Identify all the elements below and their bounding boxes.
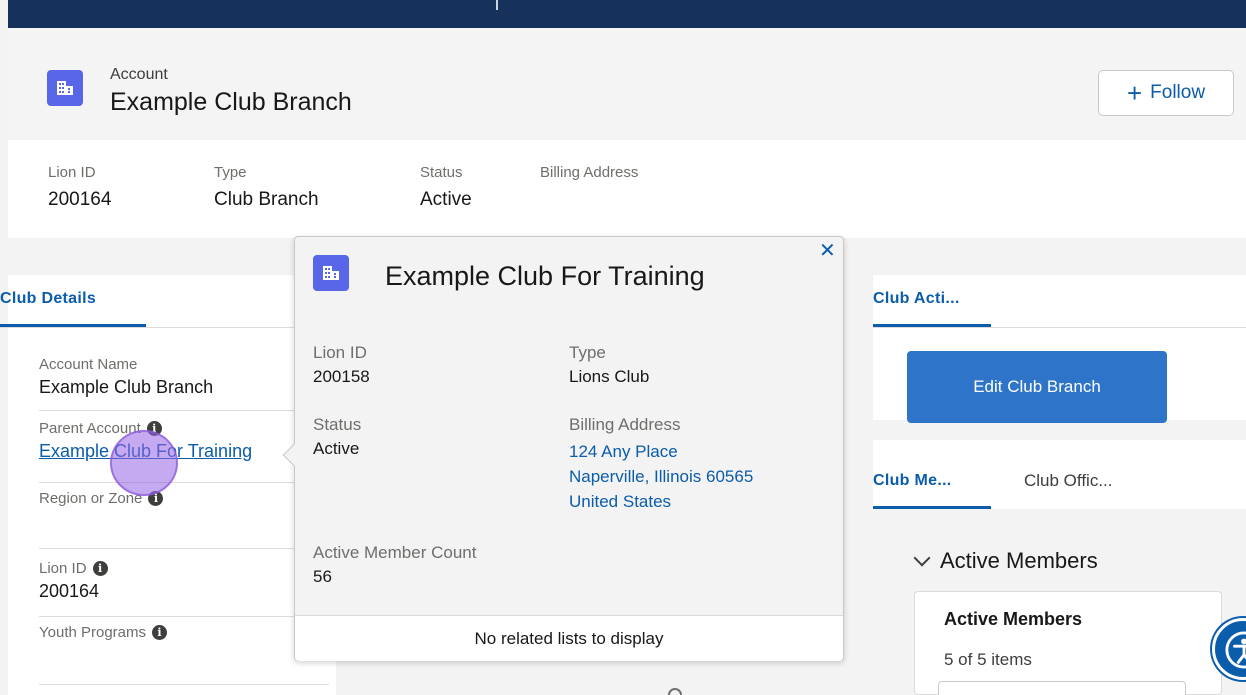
list-title[interactable]: Active Members (944, 609, 1082, 630)
highlight-lion-id: Lion ID 200164 (48, 164, 111, 211)
chevron-down-icon (913, 549, 931, 567)
field-divider (39, 410, 329, 411)
global-top-bar (8, 0, 1246, 28)
page-title: Example Club Branch (110, 88, 352, 116)
highlight-status: Status Active (420, 164, 472, 211)
highlight-label: Status (420, 164, 463, 181)
tab-club-actions[interactable]: Club Acti... (873, 290, 960, 308)
field-label-row: Youth Programs i (39, 624, 319, 641)
address-line: 124 Any Place (569, 442, 678, 461)
field-divider (39, 684, 329, 685)
edit-club-branch-button[interactable]: Edit Club Branch (907, 351, 1167, 423)
active-members-list-card (914, 591, 1222, 695)
field-value: 200158 (313, 367, 370, 386)
field-divider (39, 616, 329, 617)
click-indicator (110, 430, 178, 496)
field-label: Status (313, 415, 362, 434)
popover-field-type: Type Lions Club (569, 343, 649, 387)
field-value: Example Club Branch (39, 377, 214, 397)
field-value: 200164 (39, 581, 100, 601)
field-label: Lion ID (39, 560, 87, 577)
field-region-zone: Region or Zone i (39, 490, 319, 507)
tab-club-members[interactable]: Club Me... (873, 472, 952, 490)
tab-club-officers[interactable]: Club Offic... (1024, 471, 1113, 491)
top-bar-divider (496, 0, 498, 10)
record-header: Account Example Club Branch + Follow (8, 28, 1246, 140)
loading-icon (668, 688, 682, 695)
highlight-label: Type (214, 164, 247, 181)
follow-button[interactable]: + Follow (1098, 70, 1234, 116)
search-input[interactable] (938, 681, 1186, 695)
highlight-type: Type Club Branch (214, 164, 319, 211)
highlight-value: Club Branch (214, 189, 319, 210)
info-icon[interactable]: i (152, 625, 168, 640)
field-label: Billing Address (569, 415, 681, 434)
highlights-panel: Lion ID 200164 Type Club Branch Status Acti… (8, 140, 1246, 238)
item-count: 5 of 5 items (944, 650, 1032, 669)
address-line: United States (569, 492, 672, 511)
billing-address-link[interactable]: 124 Any Place Naperville, Illinois 60565… (569, 439, 753, 514)
address-line: Naperville, Illinois 60565 (569, 467, 754, 486)
hover-popover: Example Club For Training ✕ Lion ID 20015… (282, 236, 844, 661)
section-title: Active Members (940, 548, 1098, 573)
building-icon (323, 266, 339, 280)
field-value: Active (313, 439, 360, 458)
field-lion-id: Lion ID i 200164 (39, 560, 319, 602)
close-icon[interactable]: ✕ (819, 241, 836, 261)
popover-field-status: Status Active (313, 415, 361, 459)
field-label: Region or Zone (39, 490, 143, 507)
highlight-value: 200164 (48, 189, 112, 210)
field-value: Lions Club (569, 367, 650, 386)
object-label: Account (110, 66, 168, 83)
popover-field-member-count: Active Member Count 56 (313, 543, 476, 587)
field-divider (39, 548, 329, 549)
tab-divider (873, 327, 1246, 328)
field-label-row: Lion ID i (39, 560, 319, 577)
building-icon (57, 81, 73, 95)
field-divider (39, 482, 329, 483)
field-label-row: Parent Account i (39, 420, 319, 437)
field-parent-account: Parent Accounti Example Club For Trainin… (39, 420, 319, 462)
field-label-row: Region or Zone i (39, 490, 319, 507)
plus-icon: + (1126, 78, 1143, 108)
highlight-value: Active (420, 189, 472, 210)
field-account-name: Account Name Example Club Branch (39, 356, 319, 398)
tab-club-details[interactable]: Club Details (0, 290, 96, 308)
field-label: Lion ID (313, 343, 367, 362)
highlight-label: Billing Address (540, 164, 639, 181)
popover-field-lion-id: Lion ID 200158 (313, 343, 370, 387)
highlight-billing-address: Billing Address (540, 164, 638, 189)
account-icon (47, 70, 83, 106)
highlight-label: Lion ID (48, 164, 96, 181)
tab-divider (0, 327, 336, 328)
field-label: Active Member Count (313, 543, 477, 562)
field-youth-programs: Youth Programs i (39, 624, 319, 641)
account-icon (313, 255, 349, 291)
info-icon[interactable]: i (92, 561, 108, 576)
follow-label: Follow (1150, 82, 1206, 103)
field-label: Account Name (39, 356, 138, 373)
popover-footer: No related lists to display (295, 615, 843, 661)
popover-title[interactable]: Example Club For Training (385, 261, 705, 292)
field-label: Youth Programs (39, 624, 147, 641)
popover-field-billing-address: Billing Address 124 Any Place Naperville… (569, 415, 753, 514)
field-label: Type (569, 343, 606, 362)
field-value: 56 (313, 567, 332, 586)
active-members-toggle[interactable]: Active Members (913, 548, 1098, 574)
parent-account-link[interactable]: Example Club For Training (39, 441, 319, 462)
person-icon (1225, 631, 1246, 669)
